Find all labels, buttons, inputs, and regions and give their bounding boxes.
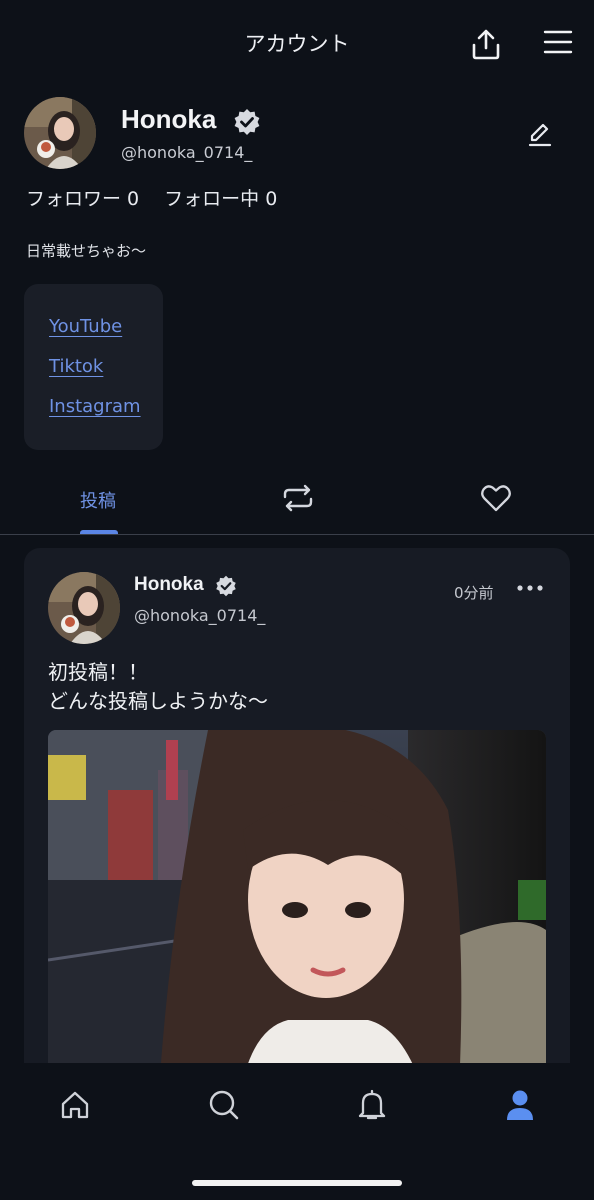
bell-icon [358, 1089, 386, 1120]
nav-search[interactable] [204, 1085, 244, 1125]
profile-avatar[interactable] [24, 97, 96, 169]
links-card: YouTube Tiktok Instagram [24, 284, 163, 450]
post-author-handle: @honoka_0714_ [134, 606, 266, 625]
avatar-photo [48, 572, 120, 644]
post-author-name: Honoka [134, 574, 204, 595]
pencil-edit-icon [528, 123, 552, 147]
post-text-line: 初投稿！！ [48, 660, 148, 684]
tab-likes[interactable] [476, 480, 516, 516]
selfie-photo [48, 730, 546, 1108]
more-horizontal-icon [517, 585, 543, 591]
post-avatar[interactable] [48, 572, 120, 644]
nav-notifications[interactable] [352, 1085, 392, 1125]
home-indicator [192, 1180, 402, 1186]
home-icon [61, 1091, 89, 1119]
nav-home[interactable] [55, 1085, 95, 1125]
tab-reposts[interactable] [278, 480, 318, 516]
profile-bio: 日常載せちゃお〜 [26, 242, 147, 260]
post-timestamp: 0分前 [454, 584, 494, 602]
share-upload-icon [472, 29, 500, 60]
search-icon [209, 1090, 239, 1120]
tabs-divider [0, 534, 594, 535]
post-more-button[interactable] [514, 578, 546, 598]
post-card[interactable]: Honoka @honoka_0714_ 0分前 初投稿！！ どんな投稿しようか… [24, 548, 570, 1108]
post-text: 初投稿！！ どんな投稿しようかな〜 [48, 658, 268, 716]
menu-button[interactable] [538, 24, 578, 60]
follow-stats[interactable]: フォロワー 0 フォロー中 0 [26, 184, 277, 211]
tiktok-link[interactable]: Tiktok [49, 356, 103, 377]
tab-posts[interactable]: 投稿 [80, 487, 116, 513]
post-photo[interactable] [48, 730, 546, 1108]
post-text-line: どんな投稿しようかな〜 [48, 689, 268, 713]
heart-icon [481, 485, 511, 512]
edit-profile-button[interactable] [522, 116, 558, 152]
verified-badge-icon [233, 108, 261, 140]
verified-badge-icon [215, 575, 237, 601]
youtube-link[interactable]: YouTube [49, 316, 122, 337]
profile-icon [507, 1090, 533, 1120]
nav-profile[interactable] [500, 1085, 540, 1125]
share-button[interactable] [466, 24, 506, 64]
profile-handle: @honoka_0714_ [121, 143, 253, 162]
repost-icon [283, 484, 313, 512]
avatar-photo [24, 97, 96, 169]
display-name: Honoka [121, 104, 217, 134]
instagram-link[interactable]: Instagram [49, 396, 141, 417]
hamburger-menu-icon [543, 30, 573, 54]
